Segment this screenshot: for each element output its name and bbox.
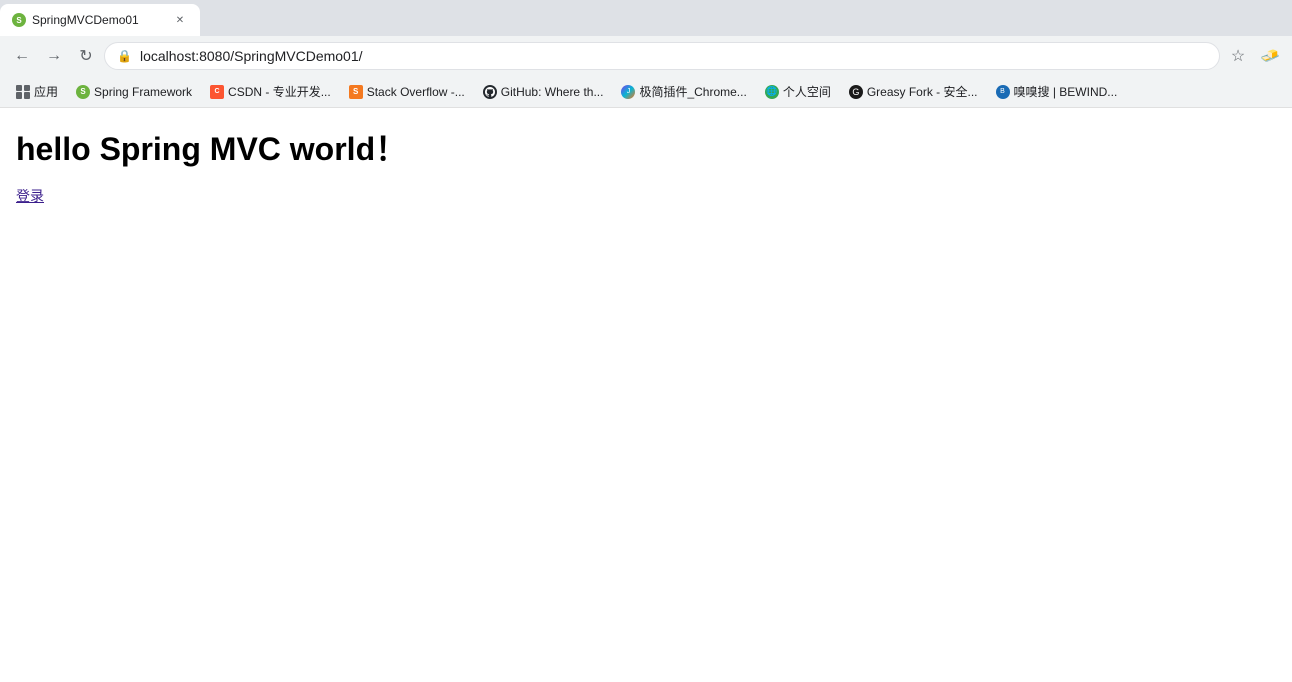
bookmark-csdn-label: CSDN - 专业开发... bbox=[228, 83, 331, 100]
browser-chrome: S SpringMVCDemo01 ✕ ← → ↻ 🔒 localhost:80… bbox=[0, 0, 1292, 108]
bewind-icon: B bbox=[996, 85, 1010, 99]
tab-close-button[interactable]: ✕ bbox=[172, 12, 188, 28]
bookmark-csdn[interactable]: C CSDN - 专业开发... bbox=[202, 80, 339, 104]
bookmark-github[interactable]: GitHub: Where th... bbox=[475, 80, 612, 104]
csdn-icon: C bbox=[210, 85, 224, 99]
star-button[interactable]: ☆ bbox=[1224, 42, 1252, 70]
page-heading: hello Spring MVC world！ bbox=[16, 124, 1276, 170]
bookmark-jijian[interactable]: J 极简插件_Chrome... bbox=[613, 80, 754, 104]
back-button[interactable]: ← bbox=[8, 42, 36, 70]
bookmark-stackoverflow[interactable]: S Stack Overflow -... bbox=[341, 80, 473, 104]
login-link[interactable]: 登录 bbox=[16, 188, 44, 204]
bookmark-bewind[interactable]: B 嗅嗅搜 | BEWIND... bbox=[988, 80, 1126, 104]
spring-icon: S bbox=[76, 85, 90, 99]
github-icon bbox=[483, 85, 497, 99]
security-icon: 🔒 bbox=[117, 49, 132, 63]
bookmarks-bar: 应用 S Spring Framework C CSDN - 专业开发... S… bbox=[0, 76, 1292, 108]
bookmark-github-label: GitHub: Where th... bbox=[501, 85, 604, 99]
jijian-icon: J bbox=[621, 85, 635, 99]
tab-title: SpringMVCDemo01 bbox=[32, 13, 166, 27]
bookmark-stackoverflow-label: Stack Overflow -... bbox=[367, 85, 465, 99]
bookmark-personal[interactable]: 🌐 个人空间 bbox=[757, 80, 839, 104]
bookmark-greasy-label: Greasy Fork - 安全... bbox=[867, 83, 978, 100]
address-bar[interactable]: 🔒 localhost:8080/SpringMVCDemo01/ bbox=[104, 42, 1220, 70]
extensions-button[interactable]: 🧈 bbox=[1256, 42, 1284, 70]
apps-icon bbox=[16, 85, 30, 99]
tab-favicon: S bbox=[12, 13, 26, 27]
active-tab[interactable]: S SpringMVCDemo01 ✕ bbox=[0, 4, 200, 36]
bookmark-personal-label: 个人空间 bbox=[783, 83, 831, 100]
bookmark-greasy[interactable]: G Greasy Fork - 安全... bbox=[841, 80, 986, 104]
page-content: hello Spring MVC world！ 登录 bbox=[0, 108, 1292, 682]
nav-bar: ← → ↻ 🔒 localhost:8080/SpringMVCDemo01/ … bbox=[0, 36, 1292, 76]
address-text: localhost:8080/SpringMVCDemo01/ bbox=[140, 48, 1207, 64]
bookmark-apps-label: 应用 bbox=[34, 83, 58, 100]
bookmark-spring[interactable]: S Spring Framework bbox=[68, 80, 200, 104]
nav-right-controls: ☆ 🧈 bbox=[1224, 42, 1284, 70]
forward-button[interactable]: → bbox=[40, 42, 68, 70]
reload-button[interactable]: ↻ bbox=[72, 42, 100, 70]
bookmark-bewind-label: 嗅嗅搜 | BEWIND... bbox=[1014, 83, 1118, 100]
stackoverflow-icon: S bbox=[349, 85, 363, 99]
tab-bar: S SpringMVCDemo01 ✕ bbox=[0, 0, 1292, 36]
personal-icon: 🌐 bbox=[765, 85, 779, 99]
greasy-icon: G bbox=[849, 85, 863, 99]
bookmark-spring-label: Spring Framework bbox=[94, 85, 192, 99]
bookmark-apps[interactable]: 应用 bbox=[8, 80, 66, 104]
bookmark-jijian-label: 极简插件_Chrome... bbox=[639, 83, 746, 100]
